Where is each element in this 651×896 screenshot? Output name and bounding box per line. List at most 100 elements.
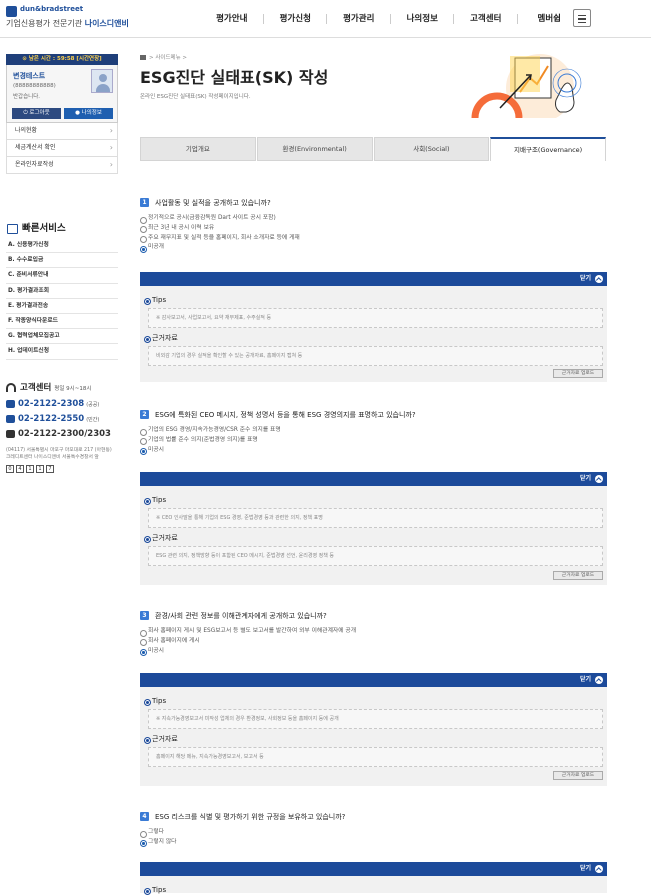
basis-label: 근거자료 — [140, 533, 607, 544]
radio-option[interactable]: 정기적으로 공시(금융감독원 Dart 사이트 공시 포함) — [140, 214, 607, 224]
nav-membership[interactable]: 멤버쉽 — [518, 0, 582, 38]
radio-option-selected[interactable]: 미공시 — [140, 647, 607, 657]
chevron-up-icon[interactable] — [595, 676, 603, 684]
breadcrumb: > 사이드메뉴 > — [140, 53, 187, 61]
category-tabs: 기업개요 환경(Environmental) 사회(Social) 지배구조(G… — [140, 137, 607, 161]
quick-item[interactable]: E. 평가결과전송 — [6, 299, 118, 314]
postal-digit: 1 — [36, 465, 44, 473]
chevron-up-icon[interactable] — [595, 865, 603, 873]
phone-icon — [6, 415, 15, 423]
question-2: 2 ESG에 특화된 CEO 메시지, 정책 성명서 등을 통해 ESG 경영의지… — [140, 409, 607, 455]
top-header: dun&bradstreet 기업신용평가 전문기관 나이스디앤비 평가안내 평… — [0, 0, 651, 38]
tips-label: Tips — [140, 295, 607, 306]
question-title: 1 사업활동 및 실적을 공개하고 있습니까? — [140, 197, 607, 209]
tab-environmental[interactable]: 환경(Environmental) — [256, 137, 373, 161]
basis-box[interactable]: 홈페이지 해당 메뉴, 지속가능경영보고서, 보고서 등 — [148, 747, 603, 767]
basis-box[interactable]: ESG 관련 의지, 정책방향 등이 포함된 CEO 메시지, 준법경영 선언,… — [148, 546, 603, 566]
radio-option[interactable]: 그렇다 — [140, 828, 607, 838]
sidebar-item-online-docs[interactable]: 온라인자료작성 — [6, 157, 118, 174]
question-3-detail: 닫기 Tips ※ 지속가능경영보고서 미작성 업체의 경우 환경정보, 사회정… — [140, 673, 607, 786]
close-bar[interactable]: 닫기 — [140, 673, 607, 687]
logout-button[interactable]: ⏻ 로그아웃 — [12, 108, 61, 119]
postal-digit: 4 — [16, 465, 24, 473]
session-timer[interactable]: ⊙ 남은 시간 : 59:58 [시간연장] — [6, 54, 118, 65]
tab-overview[interactable]: 기업개요 — [140, 137, 256, 161]
upload-basis-button[interactable]: 근거자료 업로드 — [553, 369, 603, 378]
nav-support[interactable]: 고객센터 — [454, 0, 518, 38]
phone-public: 02-2122-2308 (공공) — [6, 398, 118, 410]
question-title: 2 ESG에 특화된 CEO 메시지, 정책 성명서 등을 통해 ESG 경영의지… — [140, 409, 607, 421]
radio-option[interactable]: 기업의 법률 준수 의지(준법경영 의지)를 표명 — [140, 436, 607, 446]
radio-option-selected[interactable]: 미공개 — [140, 243, 607, 253]
question-2-detail: 닫기 Tips ※ CEO 인사말을 통해 기업의 ESG 경영, 준법경영 등… — [140, 472, 607, 585]
tab-governance[interactable]: 지배구조(Governance) — [490, 137, 606, 161]
tips-box: ※ CEO 인사말을 통해 기업의 ESG 경영, 준법경영 등과 관련한 의지… — [148, 508, 603, 528]
quick-item[interactable]: C. 준비서류안내 — [6, 268, 118, 284]
postal-code: 0 4 1 1 7 — [6, 465, 118, 473]
upload-basis-button[interactable]: 근거자료 업로드 — [553, 771, 603, 780]
tips-label: Tips — [140, 696, 607, 707]
logo-brand: dun&bradstreet — [20, 5, 84, 13]
radio-option[interactable]: 최근 3년 내 공시 이력 보유 — [140, 224, 607, 234]
radio-option-selected[interactable]: 그렇지 않다 — [140, 838, 607, 848]
quick-item[interactable]: D. 평가결과조회 — [6, 284, 118, 299]
basis-label: 근거자료 — [140, 734, 607, 745]
close-bar[interactable]: 닫기 — [140, 472, 607, 486]
close-bar[interactable]: 닫기 — [140, 272, 607, 286]
question-4: 4 ESG 리스크를 식별 및 평가하기 위한 규정을 보유하고 있습니까? 그렇… — [140, 811, 607, 848]
nav-myinfo[interactable]: 나의정보 — [391, 0, 455, 38]
close-bar[interactable]: 닫기 — [140, 862, 607, 876]
sidebar-item-status[interactable]: 나의현황 — [6, 123, 118, 140]
question-1-detail: 닫기 Tips ※ 감사보고서, 사업보고서, 요약 재무제표, 수주실적 등 … — [140, 272, 607, 382]
phone-private: 02-2122-2550 (민간) — [6, 413, 118, 425]
hamburger-menu-icon[interactable] — [573, 9, 591, 27]
tips-label: Tips — [140, 885, 607, 896]
document-icon — [7, 224, 18, 234]
postal-digit: 1 — [26, 465, 34, 473]
radio-option[interactable]: 기업의 ESG 경영/지속가능경영/CSR 준수 의지를 표명 — [140, 426, 607, 436]
radio-option[interactable]: 회사 홈페이지 게시 및 ESG보고서 등 별도 보고서를 발간하여 외부 이해… — [140, 627, 607, 637]
radio-option-selected[interactable]: 미공시 — [140, 446, 607, 456]
chevron-up-icon[interactable] — [595, 475, 603, 483]
site-logo[interactable]: dun&bradstreet 기업신용평가 전문기관 나이스디앤비 — [6, 5, 136, 31]
chart-hand-illustration — [471, 54, 582, 118]
nav-guide[interactable]: 평가안내 — [200, 0, 264, 38]
tips-label: Tips — [140, 495, 607, 506]
quick-item[interactable]: A. 신용평가신청 — [6, 238, 118, 254]
address: (04117) 서울특별시 마포구 마포대로 217 (아현동) 크레디트센터 … — [6, 448, 112, 460]
chevron-up-icon[interactable] — [595, 275, 603, 283]
tips-box: ※ 지속가능경영보고서 미작성 업체의 경우 환경정보, 사회정보 등을 홈페이… — [148, 709, 603, 729]
customer-center-title: 고객센터 평일 9시~18시 — [6, 381, 118, 395]
quick-item[interactable]: F. 작종양식다운로드 — [6, 314, 118, 330]
postal-digit: 7 — [46, 465, 54, 473]
radio-option[interactable]: 회사 홈페이지에 게시 — [140, 637, 607, 647]
radio-option[interactable]: 주요 재무지표 및 실적 등을 홈페이지, 회사 소개자료 등에 게재 — [140, 234, 607, 244]
headset-icon — [6, 383, 16, 392]
quick-service-title: 빠른서비스 — [6, 220, 118, 238]
sidebar-item-invoice[interactable]: 세금계산서 확인 — [6, 140, 118, 157]
phone-icon — [6, 400, 15, 408]
quick-item[interactable]: G. 협력업체모집공고 — [6, 329, 118, 345]
basis-label: 근거자료 — [140, 333, 607, 344]
question-1: 1 사업활동 및 실적을 공개하고 있습니까? 정기적으로 공시(금융감독원 Da… — [140, 197, 607, 253]
logo-tagline: 기업신용평가 전문기관 나이스디앤비 — [6, 19, 129, 28]
nav-apply[interactable]: 평가신청 — [264, 0, 328, 38]
user-phone: (88888888888) — [13, 83, 56, 89]
page-title: ESG진단 실태표(SK) 작성 — [140, 68, 329, 87]
quick-service: 빠른서비스 A. 신용평가신청 B. 수수료입금 C. 준비서류안내 D. 평가… — [6, 220, 118, 360]
tips-box: ※ 감사보고서, 사업보고서, 요약 재무제표, 수주실적 등 — [148, 308, 603, 328]
upload-basis-button[interactable]: 근거자료 업로드 — [553, 571, 603, 580]
basis-box[interactable]: 비외감 기업의 경우 실적을 확인할 수 있는 공개자료, 홈페이지 캡쳐 등 — [148, 346, 603, 366]
tab-social[interactable]: 사회(Social) — [373, 137, 490, 161]
quick-item[interactable]: H. 업데이트신청 — [6, 344, 118, 360]
question-title: 3 환경/사회 관련 정보를 이해관계자에게 공개하고 있습니까? — [140, 610, 607, 622]
user-name: 변경테스트 — [13, 72, 46, 80]
fax-icon — [6, 430, 15, 438]
myinfo-button[interactable]: ● 나의정보 — [64, 108, 113, 119]
home-icon[interactable] — [140, 55, 146, 60]
logo-mark-icon — [6, 6, 17, 17]
welcome-text: 반갑습니다. — [13, 94, 41, 100]
nav-manage[interactable]: 평가관리 — [327, 0, 391, 38]
main-nav: 평가안내 평가신청 평가관리 나의정보 고객센터 멤버쉽 — [200, 0, 581, 38]
quick-item[interactable]: B. 수수료입금 — [6, 253, 118, 269]
